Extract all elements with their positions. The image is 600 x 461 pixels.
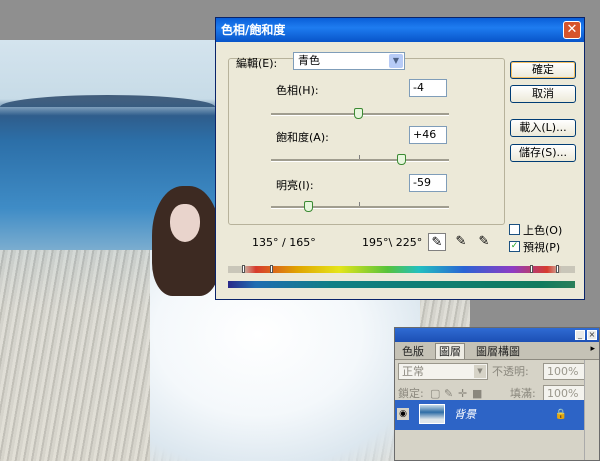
saturation-input[interactable]: +46 (409, 126, 447, 144)
range-grip-right[interactable] (556, 265, 559, 273)
ok-button[interactable]: 確定 (510, 61, 576, 79)
saturation-slider-thumb[interactable] (396, 154, 406, 165)
layers-scrollbar[interactable] (584, 360, 599, 460)
dialog-titlebar[interactable]: 色相/飽和度 ✕ (216, 18, 584, 42)
minimize-icon[interactable]: _ (575, 330, 585, 340)
layer-row-background[interactable]: ◉ 背景 🔒 (395, 400, 585, 430)
layers-panel-titlebar[interactable]: _ × (395, 328, 599, 342)
adjustment-group (228, 58, 505, 225)
close-icon[interactable]: × (587, 330, 597, 340)
lightness-input[interactable]: -59 (409, 174, 447, 192)
chevron-down-icon[interactable]: ▼ (389, 54, 403, 68)
range-right-readout: 195°\ 225° (362, 236, 423, 249)
lock-icon: 🔒 (554, 409, 567, 420)
lightness-slider-track[interactable] (271, 206, 449, 209)
close-icon[interactable]: ✕ (563, 21, 581, 39)
preview-label: 預視(P) (523, 241, 561, 254)
eyedropper-plus-icon[interactable]: ✎ (452, 233, 470, 251)
edit-channel-select[interactable]: 青色 ▼ (293, 52, 405, 70)
layer-name: 背景 (454, 408, 476, 421)
colorize-checkbox[interactable] (509, 224, 520, 235)
blend-mode-value: 正常 (402, 365, 424, 378)
cancel-button[interactable]: 取消 (510, 85, 576, 103)
eye-icon[interactable]: ◉ (397, 408, 409, 420)
tab-channels[interactable]: 色版 (399, 344, 427, 359)
tab-layers[interactable]: 圖層 (435, 343, 465, 359)
photo-face (170, 204, 200, 242)
lightness-label: 明亮(I): (276, 179, 314, 192)
hue-slider-thumb[interactable] (354, 108, 364, 119)
colorize-label: 上色(O) (523, 224, 563, 237)
eyedropper-minus-icon[interactable]: ✎ (475, 233, 493, 251)
input-spectrum-bar (228, 266, 575, 273)
eyedropper-icon[interactable]: ✎ (428, 233, 446, 251)
hue-saturation-dialog: 色相/飽和度 ✕ 編輯(E): 青色 ▼ 色相(H): -4 飽和度(A): +… (215, 17, 585, 300)
range-grip-right-inner[interactable] (530, 265, 533, 273)
blend-mode-select[interactable]: 正常 ▼ (398, 363, 488, 380)
saturation-center-tick (359, 155, 360, 159)
edit-channel-value: 青色 (298, 54, 320, 67)
opacity-label: 不透明: (492, 365, 529, 378)
lightness-slider-thumb[interactable] (304, 201, 314, 212)
range-grip-left-inner[interactable] (270, 265, 273, 273)
dialog-title: 色相/飽和度 (221, 23, 286, 37)
panel-menu-icon[interactable]: ▸ (590, 344, 595, 354)
saturation-slider-track[interactable] (271, 159, 449, 162)
tab-layer-comps[interactable]: 圖層構圖 (473, 344, 523, 359)
saturation-label: 飽和度(A): (276, 131, 329, 144)
blend-row: 正常 ▼ 不透明: 100% (398, 363, 596, 381)
save-button[interactable]: 儲存(S)... (510, 144, 576, 162)
hue-label: 色相(H): (276, 84, 319, 97)
range-left-readout: 135° / 165° (252, 236, 316, 249)
preview-checkbox[interactable]: ✓ (509, 241, 520, 252)
edit-label: 編輯(E): (236, 57, 278, 70)
chevron-down-icon[interactable]: ▼ (474, 365, 486, 378)
layer-thumbnail (419, 404, 445, 424)
hue-input[interactable]: -4 (409, 79, 447, 97)
layers-panel-tabs: 色版 圖層 圖層構圖 ▸ (395, 342, 599, 360)
range-grip-left[interactable] (242, 265, 245, 273)
output-spectrum-bar (228, 281, 575, 288)
lightness-center-tick (359, 202, 360, 206)
load-button[interactable]: 載入(L)... (510, 119, 576, 137)
layers-panel: _ × 色版 圖層 圖層構圖 ▸ 正常 ▼ 不透明: 100% 鎖定: ▢ ✎ … (394, 327, 600, 461)
